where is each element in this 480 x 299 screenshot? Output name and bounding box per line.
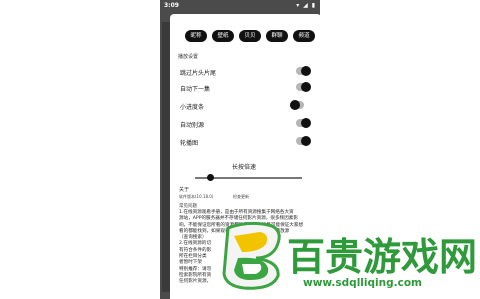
setting-label: 小进度条 [180, 104, 205, 111]
toggle-carousel[interactable] [296, 136, 311, 146]
status-time: 3:09 [164, 2, 179, 9]
toggle-autoplay-next[interactable] [296, 82, 311, 92]
speed-label: 长按倍速 [232, 164, 257, 171]
setting-label: 自动下一集 [180, 86, 211, 93]
toggle-knob [290, 100, 300, 110]
toggle-knob [301, 82, 311, 92]
tab-nickname[interactable]: 昵称 [185, 30, 207, 42]
background-tile [162, 22, 170, 292]
setting-label: 自动别源 [180, 122, 205, 129]
setting-row-auto-source: 自动别源 [180, 118, 311, 130]
watermark-logo-icon [222, 221, 281, 290]
toggle-skip-intro[interactable] [296, 66, 311, 76]
about-title: 关于 [179, 187, 190, 193]
setting-row-carousel: 轮播图 [180, 136, 311, 148]
tab-channel[interactable]: 频道 [293, 30, 315, 42]
toggle-mini-progress[interactable] [290, 100, 304, 110]
tab-bar: 昵称 壁纸 贝贝 群聊 频道 [185, 30, 315, 42]
setting-row-mini-progress: 小进度条 [180, 100, 310, 112]
tab-group-chat[interactable]: 群聊 [266, 30, 288, 42]
watermark-url: www.sdqlliqing.com [303, 277, 422, 289]
watermark-title: 百贵游戏网 [287, 235, 478, 279]
tab-beibei[interactable]: 贝贝 [239, 30, 261, 42]
setting-row-autoplay-next: 自动下一集 [180, 82, 311, 94]
version-text: 软件版本(10.18.0) [179, 194, 214, 199]
section-title-playback: 播放设置 [178, 54, 199, 60]
toggle-knob [301, 118, 311, 128]
speed-slider-handle[interactable] [207, 174, 214, 181]
screenshot-stage: 3:09 ▾ ◢ ▮ 昵称 壁纸 贝贝 群聊 频道 播放设置 跳过片头片尾 自动… [0, 0, 480, 299]
setting-row-skip-intro: 跳过片头片尾 [180, 66, 311, 78]
toggle-auto-source[interactable] [296, 118, 311, 128]
faq-title: 常见问题 [179, 204, 197, 209]
toggle-knob [301, 136, 311, 146]
setting-label: 轮播图 [180, 140, 199, 147]
setting-label: 跳过片头片尾 [180, 70, 217, 77]
tab-wallpaper[interactable]: 壁纸 [212, 30, 234, 42]
check-update-link[interactable]: 检查更新 [233, 194, 249, 200]
status-icons: ▾ ◢ ▮ [296, 2, 316, 9]
toggle-knob [301, 66, 311, 76]
status-bar: 3:09 ▾ ◢ ▮ [160, 0, 320, 12]
